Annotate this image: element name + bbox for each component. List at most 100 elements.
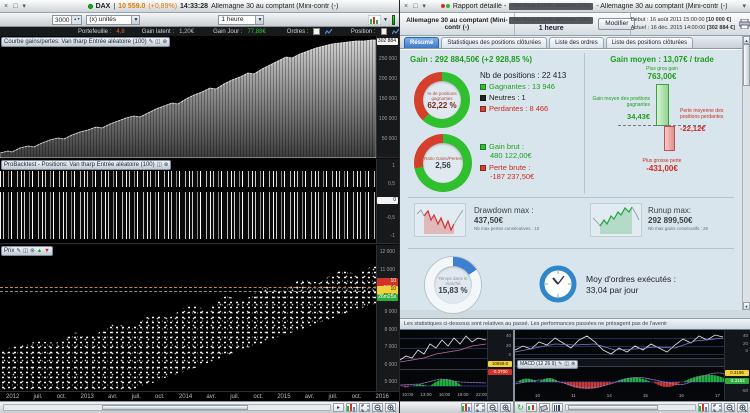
macd-value-box: 0.3196 xyxy=(725,370,749,376)
green-square-icon xyxy=(480,144,486,150)
tab-resume[interactable]: Résumé xyxy=(404,37,439,48)
time-label: 13:00 xyxy=(420,392,431,397)
quantity-stepper[interactable]: 3000 ▲▼ xyxy=(52,15,82,25)
close-panel-icon[interactable]: ⊗ xyxy=(30,247,35,255)
eraser-icon[interactable] xyxy=(539,403,550,412)
window-menu-icon[interactable]: ▾ xyxy=(421,2,427,11)
win-rate-label: % de positions gagnantes xyxy=(423,91,461,101)
axis-tick: 0 xyxy=(487,352,511,357)
horizontal-scrollbar[interactable] xyxy=(565,404,696,411)
zoom-in-icon[interactable] xyxy=(500,403,511,412)
histogram-texture xyxy=(400,370,487,392)
fullscreen-icon[interactable] xyxy=(474,403,485,412)
edit-icon[interactable]: ✎ xyxy=(149,38,154,46)
duplicate-icon[interactable]: ◫ xyxy=(564,361,569,368)
left-title-text: DAX | 10 559.0 (+0,89%) 14:33:28 Allemag… xyxy=(30,3,396,10)
time-axis-label: avr. xyxy=(108,394,118,400)
orders-list-icon[interactable] xyxy=(313,28,319,35)
scroll-up-icon[interactable]: ▲ xyxy=(743,36,750,44)
stepper-arrows-icon[interactable]: ▲▼ xyxy=(71,16,81,24)
equity-panel-tab: Courbe gains/pertes: Van tharp Entrée al… xyxy=(1,37,170,47)
scroll-down-icon[interactable]: ▼ xyxy=(743,302,750,310)
sell-arrow-icon[interactable]: ▼ xyxy=(44,247,49,255)
orders-avg-label: Moy d'ordres exécutés : xyxy=(586,274,676,285)
chevron-down-icon[interactable]: ▼ xyxy=(255,16,263,24)
day-gain-value: 77,88€ xyxy=(247,29,265,35)
axis-tick: 8 000 xyxy=(376,327,399,333)
axis-tick: 9 000 xyxy=(376,309,399,315)
edit-icon[interactable]: ✎ xyxy=(558,361,562,368)
axis-tick: 7 000 xyxy=(376,344,399,350)
chart-settings-icon[interactable] xyxy=(461,403,472,412)
latent-gain-value: 1,20€ xyxy=(179,29,194,35)
units-dropdown[interactable]: (x) unités ▼ xyxy=(86,15,140,25)
zoom-in-icon[interactable] xyxy=(737,403,748,412)
price-panel-tab: Prix ✎ ◫ ⊗ ▲ ▼ xyxy=(1,246,53,256)
axis-tick: -1 xyxy=(391,233,397,239)
tab-statistics[interactable]: Statistiques des positions clôturées xyxy=(441,37,547,48)
close-panel-icon[interactable]: ⊗ xyxy=(162,38,167,46)
fullscreen-icon[interactable] xyxy=(711,403,722,412)
time-axis-label: juil. xyxy=(132,394,141,400)
candles-icon[interactable] xyxy=(526,403,537,412)
positions-band-top xyxy=(0,171,376,187)
barcode-icon[interactable] xyxy=(552,403,563,412)
axis-tick: 150 000 xyxy=(376,96,399,102)
print-icon[interactable] xyxy=(739,19,750,29)
duplicate-icon[interactable]: ◫ xyxy=(155,38,160,46)
chart-settings-icon[interactable] xyxy=(698,403,709,412)
green-square-icon xyxy=(480,84,486,90)
day-label: 10 xyxy=(535,393,540,398)
biggest-loss-value: -431,00€ xyxy=(588,164,736,173)
window-menu-icon[interactable]: ▾ xyxy=(21,2,27,11)
chart-settings-icon[interactable] xyxy=(346,403,357,412)
report-vertical-scrollbar[interactable]: ▲ ▼ xyxy=(742,36,750,310)
report-icon xyxy=(446,4,450,8)
left-titlebar: × □ ▾ DAX | 10 559.0 (+0,89%) 14:33:28 A… xyxy=(0,0,399,13)
chart-style-button[interactable]: ▼ xyxy=(368,15,388,25)
price-axis: 12 000 11 000 10 560.5 10 559.0 26m25s 9… xyxy=(376,245,399,391)
current-capital: [302 884 €] xyxy=(707,25,735,31)
duplicate-icon[interactable]: ◫ xyxy=(157,161,162,169)
scroll-right-button[interactable]: ▸ xyxy=(333,403,344,412)
timeframe-dropdown[interactable]: 1 heure ▼ xyxy=(218,15,264,25)
close-icon[interactable]: × xyxy=(403,2,409,11)
start-label: Début : xyxy=(631,17,649,23)
duplicate-icon[interactable]: ◫ xyxy=(23,247,28,255)
window-menu-icon[interactable]: ▾ xyxy=(741,2,747,11)
zoom-out-icon[interactable] xyxy=(372,403,383,412)
tab-closed-positions[interactable]: Liste des positions clôturées xyxy=(606,37,693,48)
close-panel-icon[interactable]: ⊗ xyxy=(164,161,169,169)
zoom-in-icon[interactable] xyxy=(385,403,396,412)
position-chart-icon[interactable] xyxy=(392,28,399,35)
fullscreen-icon[interactable] xyxy=(359,403,370,412)
scrollbar-thumb[interactable] xyxy=(743,44,750,86)
up-indicator-icon xyxy=(88,4,93,9)
time-axis-label: juil. xyxy=(329,394,338,400)
position-list-icon[interactable] xyxy=(381,28,387,35)
edit-icon[interactable]: ✎ xyxy=(16,247,21,255)
refresh-icon[interactable]: ↻ xyxy=(517,404,524,412)
position-label: Position : xyxy=(351,29,376,35)
scrollbar-thumb[interactable] xyxy=(568,405,659,410)
signal-value-box: -3.3153 xyxy=(725,378,749,384)
horizontal-scrollbar[interactable] xyxy=(3,404,331,411)
tab-orders-list[interactable]: Liste des ordres xyxy=(549,37,604,48)
maximize-icon[interactable]: □ xyxy=(412,2,418,11)
close-panel-icon[interactable]: ⊗ xyxy=(571,361,575,368)
start-capital: [10 000 €] xyxy=(706,17,731,23)
quantity-value[interactable]: 3000 xyxy=(53,16,71,24)
chevron-down-icon[interactable]: ▼ xyxy=(383,17,388,23)
close-icon[interactable]: × xyxy=(3,2,9,11)
gain-header: Gain : 292 884,50€ (+2 928,85 %) xyxy=(410,55,532,64)
day-label: 11 xyxy=(571,393,576,398)
buy-arrow-icon[interactable]: ▲ xyxy=(37,247,42,255)
positions-band-main xyxy=(0,192,376,239)
chevron-down-icon[interactable]: ▼ xyxy=(131,16,139,24)
zoom-out-icon[interactable] xyxy=(487,403,498,412)
header-strategy-cell: Van tharp Entrée aléatoire (100) 1 heure… xyxy=(515,13,631,35)
scrollbar-thumb[interactable] xyxy=(102,405,249,410)
orders-chart-icon[interactable] xyxy=(325,28,332,35)
zoom-out-icon[interactable] xyxy=(724,403,735,412)
maximize-icon[interactable]: □ xyxy=(12,2,18,11)
